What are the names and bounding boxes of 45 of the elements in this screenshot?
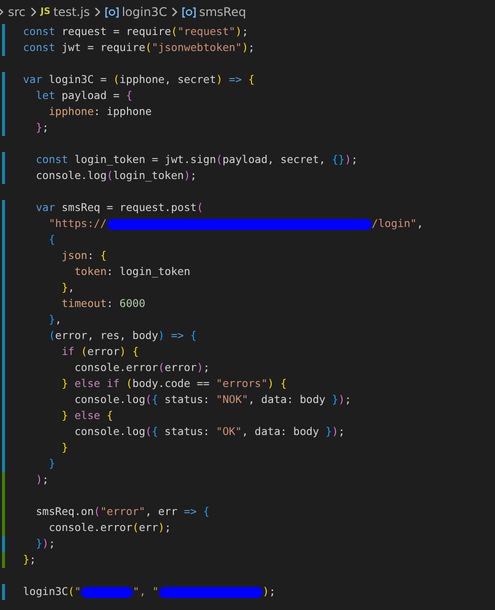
code-line: } — [48, 456, 56, 472]
code-line: if (error) { — [62, 344, 139, 360]
code-line: console.error(err); — [48, 520, 172, 536]
chevron-icon — [94, 7, 101, 17]
code-line: const jwt = require("jsonwebtoken"); — [23, 40, 255, 56]
code-line: ipphone: ipphone — [48, 104, 152, 120]
code-line: var login3C = (ipphone, secret) => { — [23, 72, 255, 88]
breadcrumb-item[interactable]: test.js — [53, 5, 90, 19]
code-line: let payload = { — [36, 88, 132, 104]
code-line: console.error(error); — [74, 360, 210, 376]
redaction-mark — [80, 586, 133, 598]
code-text: ", " — [132, 584, 159, 600]
chevron-icon — [171, 7, 178, 17]
symbol-icon — [182, 6, 196, 18]
code-line: console.log({ status: "NOK", data: body }); — [74, 392, 352, 408]
code-line: }; — [23, 552, 36, 568]
breadcrumb-item[interactable]: smsReq — [199, 5, 246, 19]
breadcrumb-item[interactable]: src — [8, 5, 26, 19]
code-line: smsReq.on("error", err => { — [36, 504, 210, 520]
code-text: /login", — [372, 216, 424, 232]
code-line: console.log(login_token); — [36, 168, 197, 184]
code-line: timeout: 6000 — [62, 296, 146, 312]
symbol-icon — [104, 6, 119, 18]
code-line: }); — [36, 536, 56, 552]
chevron-icon — [30, 7, 37, 17]
code-line: } else { — [62, 408, 114, 424]
code-line: }; — [36, 120, 49, 136]
code-line: console.log({ status: "OK", data: body }); — [74, 424, 345, 440]
code-text: ); — [262, 584, 276, 600]
code-line: }, — [62, 280, 74, 296]
code-line: } — [62, 440, 68, 456]
code-line: json: { — [62, 248, 107, 264]
breadcrumb-item[interactable]: login3C — [122, 5, 168, 19]
code-line: token: login_token — [74, 264, 190, 280]
code-line: { — [48, 232, 56, 248]
code-line: const request = require("request"); — [23, 24, 248, 40]
code-line: }, — [48, 312, 62, 328]
code-text: "https:// — [48, 216, 107, 232]
code-line: const login_token = jwt.sign(payload, secret, {}); — [36, 152, 358, 168]
code-line: var smsReq = request.post( — [36, 200, 204, 216]
code-text: login3C(" — [23, 584, 81, 600]
code-line: (error, res, body) => { — [48, 328, 197, 344]
js-file-icon: JS — [40, 7, 50, 17]
code-line: } else if (body.code == "errors") { — [62, 376, 287, 392]
code-line: ); — [36, 472, 49, 488]
